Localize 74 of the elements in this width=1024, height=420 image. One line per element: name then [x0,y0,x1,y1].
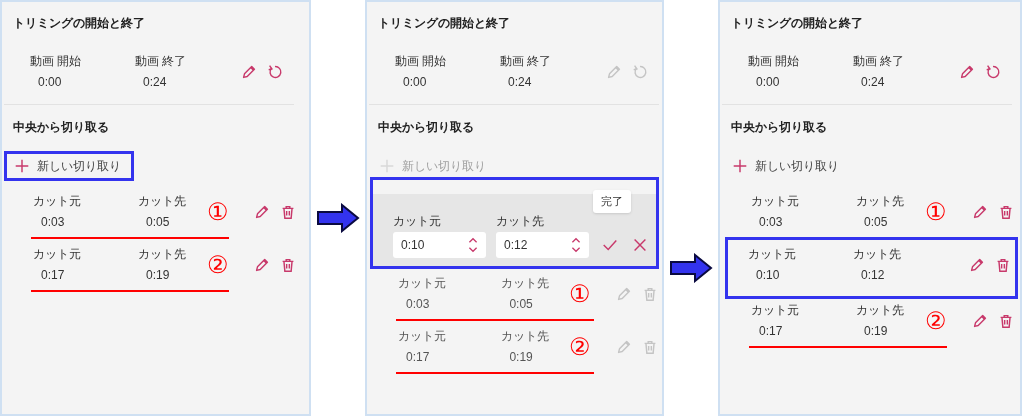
field-value: 0:17 [758,323,784,340]
field-label: 動画 終了 [853,53,906,70]
arrow-icon [316,203,360,233]
close-icon[interactable] [631,236,649,254]
field-value: 0:00 [37,74,63,91]
new-cut-button[interactable]: 新しい切り取り [722,151,852,181]
section-title: トリミングの開始と終了 [12,15,146,32]
reset-icon[interactable] [266,63,284,81]
reset-icon[interactable] [984,63,1002,81]
annotation-number: ② [569,333,592,361]
field-label: カット元 [398,328,447,345]
edit-icon[interactable] [240,63,258,81]
field-value: 0:24 [142,74,168,91]
tooltip: 完了 [593,190,631,213]
field-value: 0:24 [860,74,886,91]
time-input-field[interactable]: 0:12 [496,232,589,258]
field-value: 0:19 [863,323,889,340]
annotation-number: ① [925,198,947,226]
field-label: カット元 [398,275,447,292]
section-title: 中央から切り取る [730,119,828,136]
field-value: 0:03 [40,214,66,231]
field-value: 0:17 [40,267,66,284]
field-value: 0:17 [405,349,431,366]
field-value: 0:10 [755,267,781,284]
new-cut-button[interactable]: 新しい切り取り [4,151,134,181]
edit-icon[interactable] [971,203,989,221]
field-label: カット先 [856,193,905,210]
field-label: カット先 [138,193,187,210]
field-label: カット先 [501,275,551,292]
plus-icon [378,157,396,175]
field-label: カット先 [138,246,187,263]
field-label: カット先 [853,246,902,263]
field-value: 0:19 [508,349,534,366]
field-value: 0:24 [507,74,533,91]
field-label: カット先 [501,328,551,345]
field-label: 動画 終了 [135,53,188,70]
field-value: 0:12 [860,267,886,284]
time-input-field[interactable]: 0:10 [393,232,486,258]
section-title: 中央から切り取る [12,119,110,136]
annotation-number: ② [207,251,229,279]
field-label: 動画 開始 [30,53,83,70]
field-value: 0:19 [145,267,171,284]
field-label: カット元 [748,246,797,263]
section-title: トリミングの開始と終了 [377,15,511,32]
field-label: 動画 開始 [395,53,448,70]
arrow-icon [669,253,713,283]
field-value: 0:03 [405,296,431,313]
field-label: カット先 [496,213,545,230]
edit-icon[interactable] [253,256,271,274]
edit-icon[interactable] [971,312,989,330]
field-label: 動画 開始 [748,53,801,70]
field-label: 動画 終了 [500,53,553,70]
annotation-number: ② [925,307,947,335]
edit-icon[interactable] [253,203,271,221]
field-label: カット元 [751,193,800,210]
annotation-number: ① [569,280,592,308]
field-label: カット元 [393,213,442,230]
section-title: 中央から切り取る [377,119,475,136]
plus-icon [731,157,749,175]
plus-icon [13,157,31,175]
field-value: 0:05 [508,296,534,313]
section-title: トリミングの開始と終了 [730,15,864,32]
field-value: 0:00 [755,74,781,91]
edit-icon[interactable] [958,63,976,81]
annotation-number: ① [207,198,229,226]
field-value: 0:05 [145,214,171,231]
field-label: カット元 [751,302,800,319]
field-value: 0:05 [863,214,889,231]
field-label: カット先 [856,302,905,319]
field-label: カット元 [33,193,82,210]
edit-icon[interactable] [968,256,986,274]
field-label: カット元 [33,246,82,263]
field-value: 0:03 [758,214,784,231]
field-value: 0:00 [402,74,428,91]
